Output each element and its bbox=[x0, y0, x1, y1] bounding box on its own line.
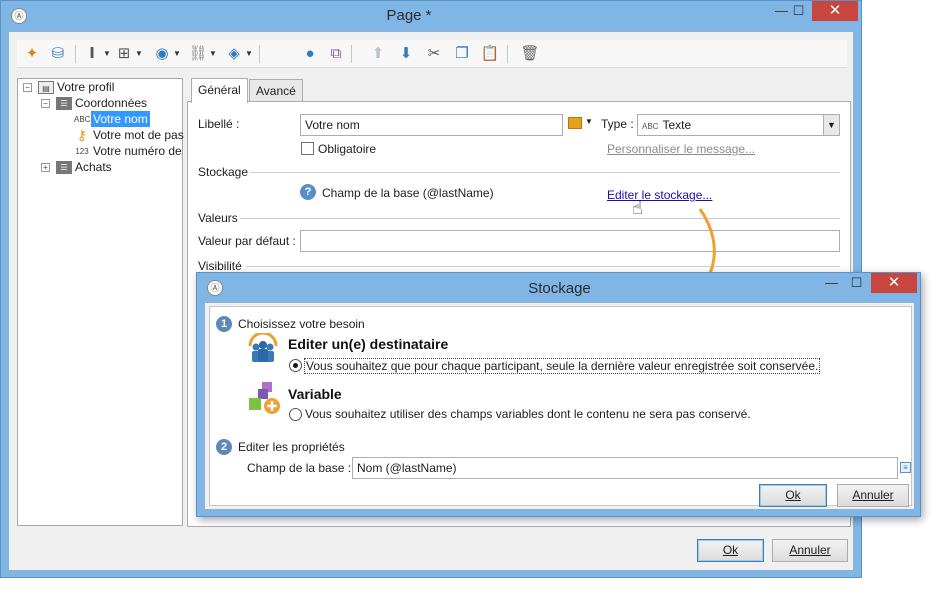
toolbar-separator bbox=[507, 45, 508, 63]
recipients-icon bbox=[248, 333, 278, 362]
user-icon[interactable]: ● bbox=[299, 43, 321, 65]
dialog-cancel-button[interactable]: Annuler bbox=[837, 484, 909, 507]
option1-description[interactable]: Vous souhaitez que pour chaque participa… bbox=[304, 358, 821, 374]
cut-icon[interactable]: ✂ bbox=[423, 43, 445, 65]
tab-general[interactable]: Général bbox=[191, 78, 248, 103]
toolbar-separator bbox=[75, 45, 76, 63]
copy-icon[interactable]: ❐ bbox=[451, 43, 473, 65]
dialog-title: Stockage bbox=[528, 280, 591, 297]
mandatory-checkbox[interactable] bbox=[301, 142, 314, 155]
paste-icon[interactable]: 📋 bbox=[479, 43, 501, 65]
chevron-down-icon[interactable]: ▼ bbox=[209, 43, 217, 65]
maximize-icon[interactable]: ☐ bbox=[842, 273, 871, 293]
step1-title: Choisissez votre besoin bbox=[238, 317, 365, 331]
chevron-down-icon[interactable]: ▼ bbox=[135, 43, 143, 65]
dialog-client-area: 1 Choisissez votre besoin Editer un(e) d… bbox=[204, 302, 915, 510]
number-type-icon: 123 bbox=[75, 147, 89, 156]
type-value: Texte bbox=[662, 118, 692, 132]
toolbar-separator bbox=[259, 45, 260, 63]
move-down-icon[interactable]: ⬇ bbox=[395, 43, 417, 65]
step-number: 2 bbox=[216, 439, 232, 455]
section-divider bbox=[240, 218, 840, 219]
tab-advanced[interactable]: Avancé bbox=[249, 79, 303, 103]
expand-icon[interactable]: + bbox=[41, 163, 50, 172]
option1-title: Editer un(e) destinataire bbox=[288, 336, 449, 352]
add-element-icon[interactable]: ⊞ bbox=[113, 43, 135, 65]
layers-icon[interactable]: ◈ bbox=[223, 43, 245, 65]
db-field-input[interactable]: Nom (@lastName) bbox=[352, 457, 898, 479]
chevron-down-icon[interactable]: ▼ bbox=[823, 115, 839, 135]
chevron-down-icon[interactable]: ▼ bbox=[585, 117, 593, 126]
option2-description[interactable]: Vous souhaitez utiliser des champs varia… bbox=[305, 407, 751, 421]
move-up-icon[interactable]: ⬆ bbox=[367, 43, 389, 65]
container-icon: ☰ bbox=[56, 161, 72, 174]
section-divider bbox=[250, 172, 840, 173]
field-picker-icon[interactable]: ≡ bbox=[900, 462, 911, 473]
type-select[interactable]: ABC Texte ▼ bbox=[637, 114, 840, 136]
profile-tree: − ▤ Votre profil − ☰ Coordonnées ABC Vot… bbox=[17, 78, 184, 526]
text-type-icon: ABC bbox=[642, 122, 659, 131]
variable-icon bbox=[249, 382, 280, 414]
tree-item-coordonnees[interactable]: Coordonnées bbox=[75, 95, 147, 111]
custom-message-link[interactable]: Personnaliser le message... bbox=[607, 142, 755, 156]
expression-editor-icon[interactable] bbox=[568, 117, 582, 129]
magic-wand-icon[interactable]: ✦ bbox=[21, 43, 43, 65]
ok-button[interactable]: Ok bbox=[697, 539, 764, 562]
step2-title: Editer les propriétés bbox=[238, 440, 345, 454]
delete-icon[interactable]: 🗑 bbox=[519, 43, 541, 65]
cancel-button[interactable]: Annuler bbox=[772, 539, 848, 562]
text-cursor-icon[interactable]: Ⅰ bbox=[81, 43, 103, 65]
dialog-content-frame: 1 Choisissez votre besoin Editer un(e) d… bbox=[209, 306, 912, 506]
default-value-input[interactable] bbox=[300, 230, 840, 252]
link-icon[interactable]: ⛓ bbox=[187, 43, 209, 65]
default-value-caption: Valeur par défaut : bbox=[198, 234, 296, 248]
toolbar: ✦ ⛁ Ⅰ ▼ ⊞ ▼ ◉ ▼ ⛓ ▼ ◈ ▼ ● ⧉ ⬆ ⬇ ✂ ❐ 📋 🗑 bbox=[17, 40, 847, 68]
option1-radio[interactable] bbox=[289, 359, 302, 372]
structure-icon[interactable]: ⧉ bbox=[325, 43, 347, 65]
option2-radio[interactable] bbox=[289, 408, 302, 421]
maximize-icon[interactable]: ☐ bbox=[784, 1, 813, 21]
collapse-icon[interactable]: − bbox=[23, 83, 32, 92]
visibility-section-title: Visibilité bbox=[198, 259, 242, 273]
label-caption: Libellé : bbox=[198, 117, 240, 131]
step-number: 1 bbox=[216, 316, 232, 332]
collapse-icon[interactable]: − bbox=[41, 99, 50, 108]
key-icon: ⚷ bbox=[76, 127, 88, 143]
text-type-icon: ABC bbox=[74, 115, 91, 124]
title-bar[interactable]: Ⓐ Page * — ☐ ✕ bbox=[1, 1, 861, 31]
chevron-down-icon[interactable]: ▼ bbox=[103, 43, 111, 65]
storage-dialog: Ⓐ Stockage — ☐ ✕ 1 Choisissez votre beso… bbox=[196, 272, 921, 517]
container-icon: ☰ bbox=[56, 97, 72, 110]
chevron-down-icon[interactable]: ▼ bbox=[245, 43, 253, 65]
tree-item-votre-nom[interactable]: Votre nom bbox=[91, 111, 150, 127]
tree-item-achats[interactable]: Achats bbox=[75, 159, 112, 175]
close-icon[interactable]: ✕ bbox=[871, 273, 917, 293]
globe-icon[interactable]: ◉ bbox=[151, 43, 173, 65]
database-link-icon[interactable]: ⛁ bbox=[47, 43, 69, 65]
mandatory-label: Obligatoire bbox=[318, 142, 377, 156]
toolbar-separator bbox=[351, 45, 352, 63]
option2-title: Variable bbox=[288, 386, 342, 402]
db-field-caption: Champ de la base : bbox=[247, 461, 352, 475]
help-icon: ? bbox=[300, 184, 316, 200]
close-icon[interactable]: ✕ bbox=[812, 1, 858, 21]
tree-item-mot-de-passe[interactable]: Votre mot de pas bbox=[93, 127, 184, 143]
window-title: Page * bbox=[386, 7, 432, 24]
type-caption: Type : bbox=[601, 117, 634, 131]
values-section-title: Valeurs bbox=[198, 211, 238, 225]
chevron-down-icon[interactable]: ▼ bbox=[173, 43, 181, 65]
tree-item-root[interactable]: Votre profil bbox=[57, 79, 114, 95]
dialog-ok-button[interactable]: Ok bbox=[759, 484, 827, 507]
storage-section-title: Stockage bbox=[198, 165, 249, 179]
label-input[interactable]: Votre nom bbox=[300, 114, 563, 136]
form-icon: ▤ bbox=[38, 81, 54, 94]
section-divider bbox=[246, 266, 840, 267]
tree-item-numero[interactable]: Votre numéro de bbox=[93, 143, 182, 159]
storage-help-text: Champ de la base (@lastName) bbox=[322, 186, 494, 200]
